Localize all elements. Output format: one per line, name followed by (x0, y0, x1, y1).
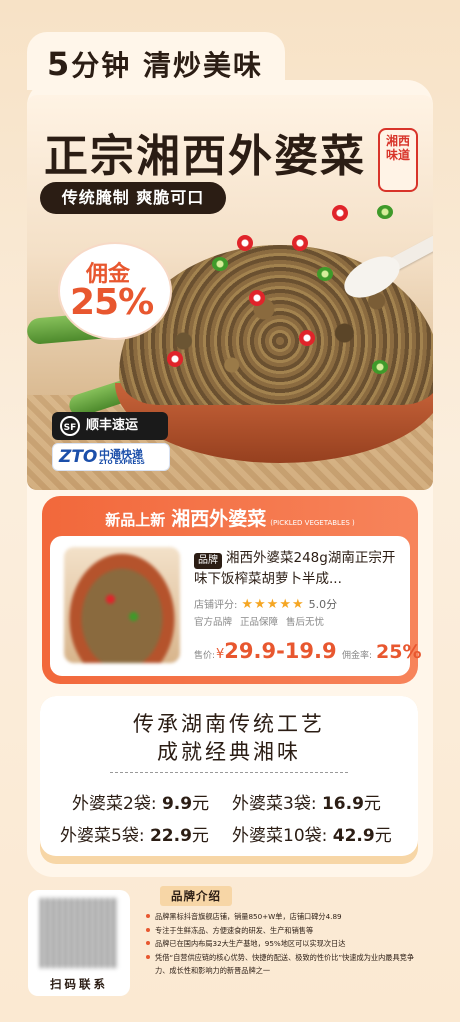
brand-intro-title: 品牌介绍 (160, 886, 232, 906)
price-row: 售价: ¥29.9-19.9 佣金率: 25% (194, 638, 421, 664)
main-title: 正宗湘西外婆菜 (44, 131, 366, 182)
taste-stamp: 湘西味道 (378, 128, 418, 192)
heritage-line2: 成就经典湘味 (157, 740, 301, 764)
card-title-en: (PICKLED VEGETABLES ) (270, 519, 355, 527)
red-chili (249, 290, 265, 306)
green-chili (377, 205, 393, 219)
brand-tag: 品牌 (194, 553, 222, 569)
zto-express-logo: ZTO 中通快递 ZTO EXPRESS (52, 443, 170, 471)
qr-label: 扫码联系 (50, 977, 108, 991)
qr-code[interactable] (40, 898, 118, 968)
zto-en: ZTO EXPRESS (99, 459, 145, 466)
stamp-text: 湘西味道 (385, 134, 410, 162)
rating-label: 店铺评分: (194, 600, 238, 611)
header-title: 5分钟 清炒美味 (47, 45, 264, 83)
bundle-price: 外婆菜2袋: 9.9元 (72, 794, 210, 814)
tag: 正品保障 (240, 617, 279, 628)
card-prefix: 新品上新 (105, 511, 166, 529)
sf-express-logo: SF 顺丰速运 (52, 412, 168, 440)
product-thumbnail (64, 547, 180, 663)
commission-badge: 佣金 25% (58, 242, 172, 340)
heritage-panel-inner: 传承湖南传统工艺 成就经典湘味 外婆菜2袋: 9.9元 外婆菜3袋: 16.9元… (40, 696, 418, 856)
product-name-line1: 湘西外婆菜248g湖南正宗开 (226, 550, 396, 566)
zto-icon: ZTO (59, 447, 98, 467)
heritage-line1: 传承湖南传统工艺 (133, 712, 325, 736)
list-item: 专注于生鲜冻品、方便速食的研发、生产和销售等 (146, 924, 416, 938)
tag: 官方品牌 (194, 617, 233, 628)
header-tab: 5分钟 清炒美味 (27, 32, 285, 90)
product-card[interactable]: 新品上新 湘西外婆菜 (PICKLED VEGETABLES ) 品牌 湘西外婆菜2… (42, 496, 421, 684)
red-chili (237, 235, 253, 251)
red-chili (292, 235, 308, 251)
price-value: ¥29.9-19.9 (216, 639, 337, 663)
product-name-line2: 味下饭榨菜胡萝卜半成... (194, 571, 342, 587)
store-rating: 店铺评分: ★★★★★ 5.0分 (194, 596, 337, 612)
product-card-body: 品牌 湘西外婆菜248g湖南正宗开 味下饭榨菜胡萝卜半成... 店铺评分: ★★★… (50, 536, 421, 676)
red-chili (299, 330, 315, 346)
commission-value: 25% (70, 282, 154, 323)
qr-code-box[interactable]: 扫码联系 (28, 890, 130, 996)
star-icons: ★★★★★ (241, 597, 305, 612)
commission-rate-label: 佣金率: (342, 651, 373, 661)
list-item: 品牌已在国内布局32大生产基地，95%地区可以实现次日达 (146, 937, 416, 951)
heritage-panel: 传承湖南传统工艺 成就经典湘味 外婆菜2袋: 9.9元 外婆菜3袋: 16.9元… (40, 696, 418, 864)
sf-name: 顺丰速运 (86, 418, 139, 433)
product-tags: 官方品牌 正品保障 售后无忧 (194, 614, 332, 628)
bundle-price: 外婆菜5袋: 22.9元 (60, 826, 209, 846)
rating-value: 5.0分 (308, 598, 338, 611)
green-chili (212, 257, 228, 271)
green-chili (317, 267, 333, 281)
price-label: 售价: (194, 651, 216, 661)
commission-rate-value: 25% (376, 641, 422, 663)
bundle-price: 外婆菜10袋: 42.9元 (232, 826, 392, 846)
red-chili (332, 205, 348, 221)
tag: 售后无忧 (286, 617, 325, 628)
list-item: 品牌黑标抖音旗舰店铺，销量850+W单，店铺口碑分4.89 (146, 910, 416, 924)
subtitle-pill: 传统腌制 爽脆可口 (40, 182, 226, 214)
list-item: 凭借“自营供应链的核心优势、快捷的配送、极致的性价比”快速成为业内最具竞争力、成… (146, 951, 416, 978)
sf-icon: SF (60, 416, 80, 436)
brand-intro-list: 品牌黑标抖音旗舰店铺，销量850+W单，店铺口碑分4.89 专注于生鲜冻品、方便… (146, 910, 416, 978)
bundle-price: 外婆菜3袋: 16.9元 (232, 794, 381, 814)
green-chili (372, 360, 388, 374)
product-card-header: 新品上新 湘西外婆菜 (PICKLED VEGETABLES ) (42, 504, 418, 531)
card-title: 湘西外婆菜 (171, 508, 267, 530)
divider (110, 772, 348, 773)
red-chili (167, 351, 183, 367)
